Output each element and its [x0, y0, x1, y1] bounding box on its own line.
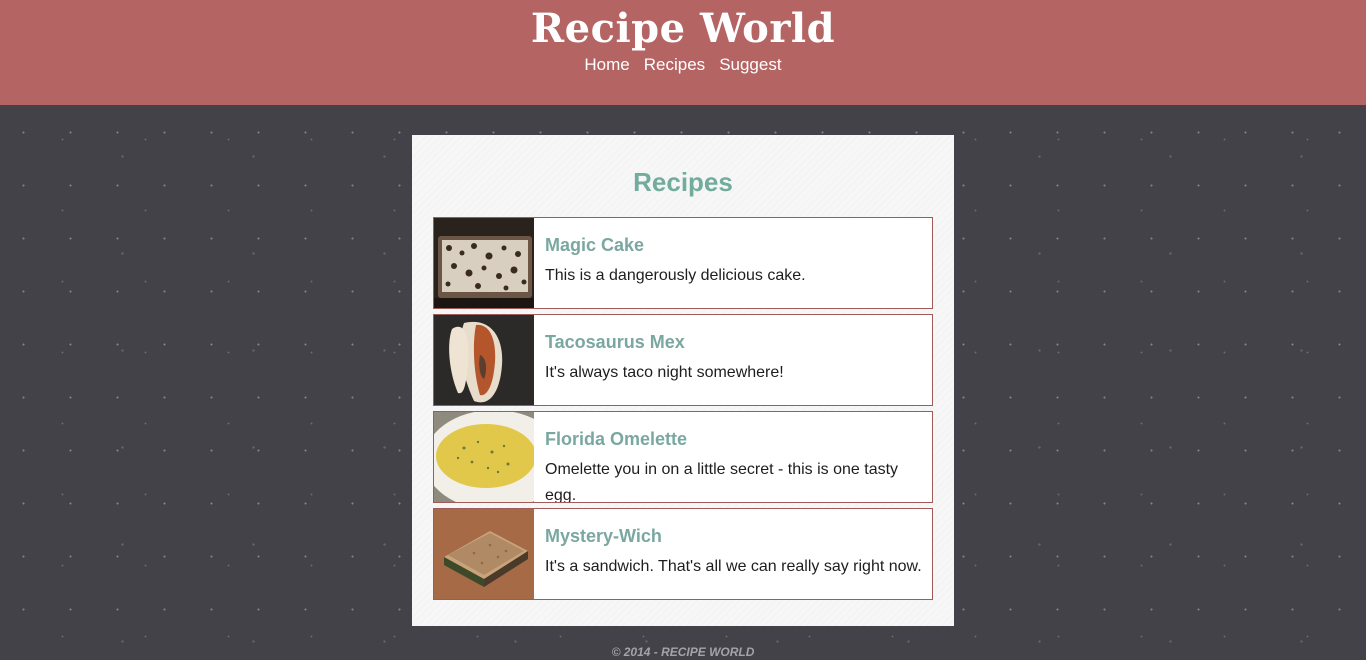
main-nav: Home Recipes Suggest [0, 55, 1366, 75]
taco-photo[interactable] [434, 315, 534, 405]
site-title[interactable]: Recipe World [0, 6, 1366, 52]
recipe-card[interactable]: Mystery-Wich It's a sandwich. That's all… [433, 508, 933, 600]
recipe-description: It's always taco night somewhere! [545, 364, 784, 381]
omelette-photo[interactable] [434, 412, 534, 502]
nav-recipes-link[interactable]: Recipes [644, 55, 705, 75]
cake-photo[interactable] [434, 218, 534, 308]
recipe-card[interactable]: Magic Cake This is a dangerously delicio… [433, 217, 933, 309]
site-footer: © 2014 - RECIPE WORLD [611, 645, 755, 659]
page-title: Recipes [633, 167, 733, 197]
recipe-description: Omelette you in on a little secret - thi… [545, 461, 899, 503]
site-header: Recipe World Home Recipes Suggest [0, 0, 1366, 105]
recipe-title[interactable]: Mystery-Wich [545, 525, 662, 547]
recipe-card[interactable]: Tacosaurus Mex It's always taco night so… [433, 314, 933, 406]
recipes-panel: Recipes Magic Cake This is a dangerously… [412, 135, 954, 626]
recipe-title[interactable]: Florida Omelette [545, 428, 687, 450]
recipe-title[interactable]: Magic Cake [545, 234, 644, 256]
nav-suggest-link[interactable]: Suggest [719, 55, 781, 75]
sandwich-photo[interactable] [434, 509, 534, 599]
recipe-card[interactable]: Florida Omelette Omelette you in on a li… [433, 411, 933, 503]
recipe-description: This is a dangerously delicious cake. [545, 267, 806, 284]
recipe-description: It's a sandwich. That's all we can reall… [545, 558, 922, 575]
recipe-title[interactable]: Tacosaurus Mex [545, 331, 685, 353]
nav-home-link[interactable]: Home [584, 55, 629, 75]
